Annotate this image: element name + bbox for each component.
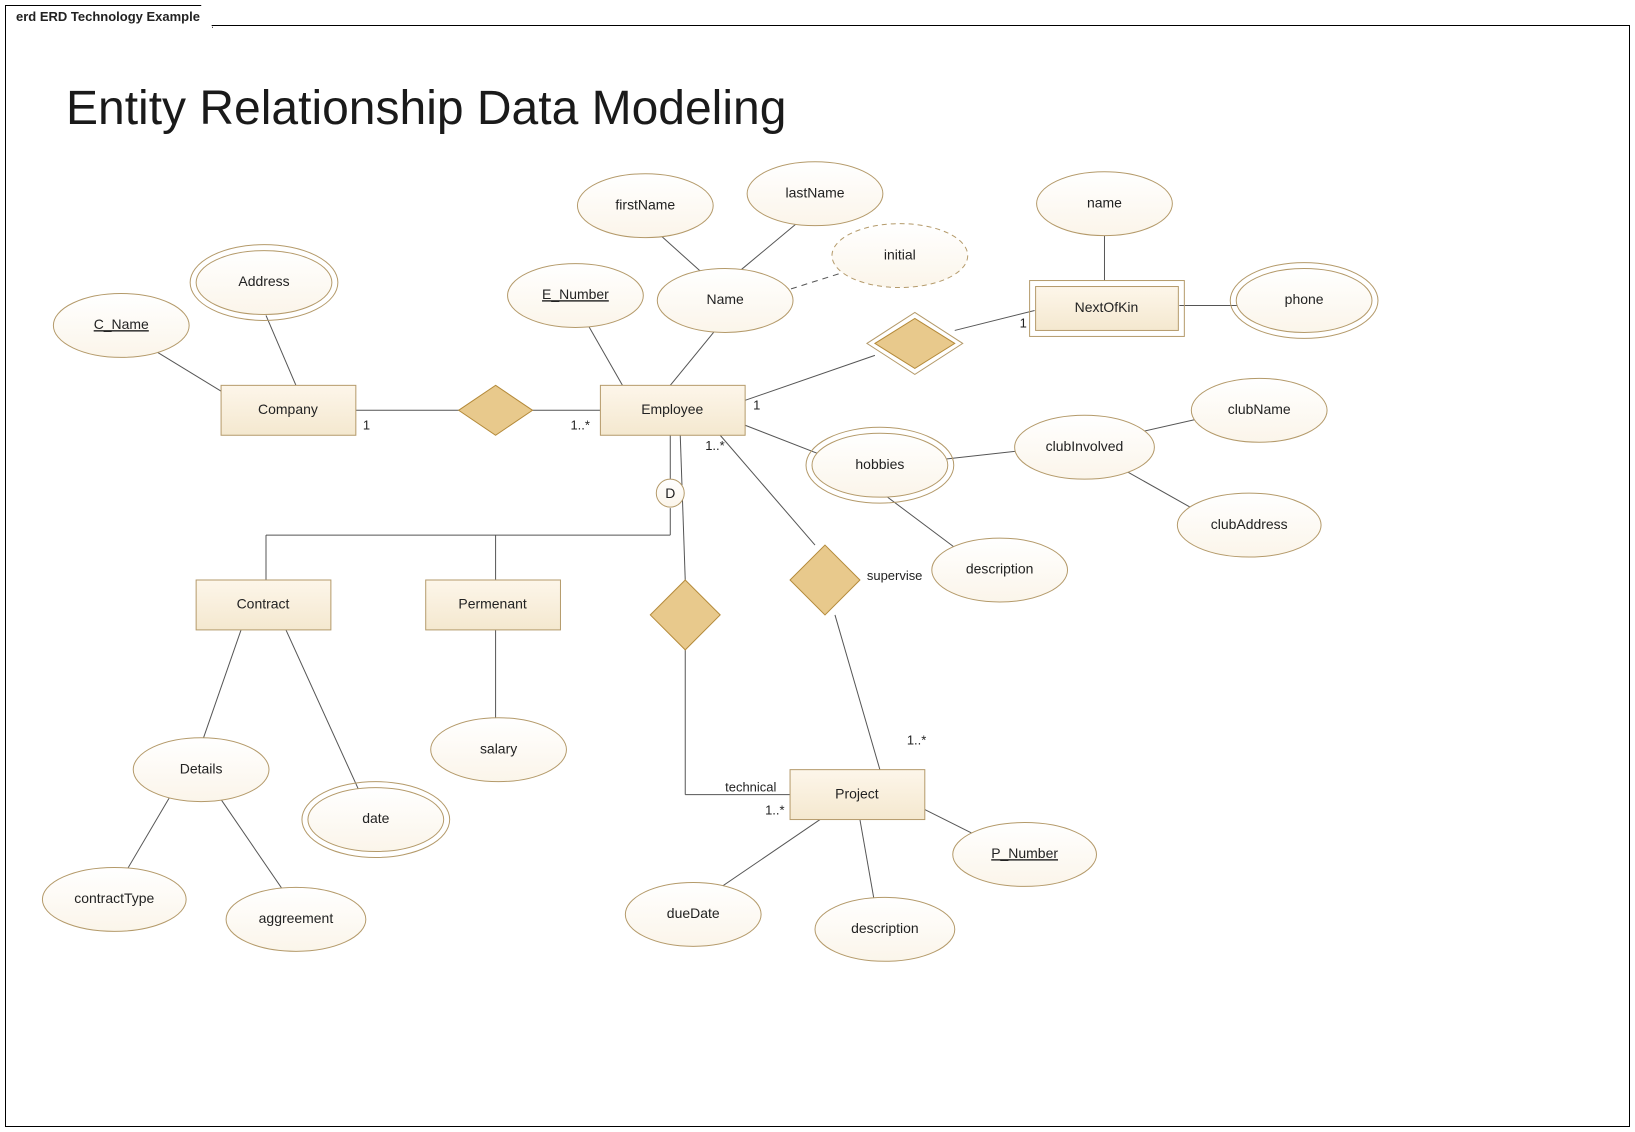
relationship-company-employee [459,385,533,435]
attr-salary: salary [431,718,567,782]
relationship-supervise-label: supervise [867,568,923,583]
edge [221,800,286,895]
erd-page: erd ERD Technology Example Entity Relati… [0,0,1635,1132]
attr-p-number: P_Number [953,823,1097,887]
attr-label: E_Number [542,286,609,302]
attr-name: Name [657,269,793,333]
attr-label: description [966,561,1034,577]
attr-label: lastName [786,184,845,200]
attr-label: Name [707,291,744,307]
attr-label: Address [238,273,289,289]
attr-address-multivalued: Address [190,245,338,321]
cardinality-employee-nok: 1 [753,397,760,412]
diagram-frame: Entity Relationship Data Modeling [5,25,1630,1127]
attr-e-number: E_Number [508,264,644,328]
diagram-tab-label: erd ERD Technology Example [16,9,200,24]
attr-phone-multivalued: phone [1230,263,1378,339]
edge [740,221,800,271]
entity-contract: Contract [196,580,331,630]
edge [710,820,820,895]
attr-label: P_Number [991,845,1058,861]
attr-clubname: clubName [1191,378,1327,442]
cardinality-project-tech: 1..* [765,803,784,818]
edge [720,435,815,545]
relationship-employee-nextofkin [867,312,963,374]
entity-label: Contract [237,596,290,612]
attr-label: C_Name [94,316,149,332]
diagram-tab: erd ERD Technology Example [5,5,213,28]
entity-employee: Employee [600,385,745,435]
entity-label: NextOfKin [1075,299,1139,315]
entity-label: Permenant [458,596,526,612]
cardinality-nok: 1 [1020,315,1027,330]
discriminator-label: D [665,485,675,501]
edge [885,495,965,555]
attr-label: contractType [74,890,154,906]
discriminator-circle: D [656,479,684,507]
edge [680,435,685,580]
weak-entity-nextofkin: NextOfKin [1030,281,1185,337]
entity-label: Project [835,785,879,801]
attr-nok-name: name [1037,172,1173,236]
attr-label: Details [180,760,223,776]
attr-details: Details [133,738,269,802]
attr-contracttype: contractType [42,867,186,931]
relationship-technical-label: technical [725,780,776,795]
entity-label: Company [258,401,318,417]
attr-label: initial [884,246,916,262]
entity-company: Company [221,385,356,435]
attr-label: firstName [615,196,675,212]
attr-label: aggreement [259,910,334,926]
attr-label: clubInvolved [1046,438,1124,454]
attr-label: date [362,810,389,826]
attr-label: phone [1285,291,1324,307]
edge [835,615,880,770]
entity-label: Employee [641,401,703,417]
erd-svg: Company Employee NextOfKin Contract Perm… [6,26,1629,1126]
attr-duedate: dueDate [625,882,761,946]
attr-clubaddress: clubAddress [1177,493,1321,557]
relationship-technical [650,580,720,650]
edge [266,315,296,385]
attr-aggreement: aggreement [226,887,366,951]
edge [745,355,875,400]
attr-label: description [851,920,919,936]
entity-project: Project [790,770,925,820]
edge [935,450,1025,460]
attr-initial-derived: initial [832,224,968,288]
edge [286,630,361,795]
relationship-supervise [790,545,860,615]
attr-label: clubName [1228,401,1291,417]
entity-permenant: Permenant [426,580,561,630]
attr-date-multivalued: date [302,782,450,858]
edge [670,330,715,385]
edge [121,795,171,880]
attr-c-name: C_Name [53,294,189,358]
attr-hobby-description: description [932,538,1068,602]
edge [860,820,875,905]
attr-label: dueDate [667,905,720,921]
edge [585,320,625,390]
attr-label: salary [480,740,517,756]
attr-label: name [1087,194,1122,210]
cardinality-project-supervise: 1..* [907,733,926,748]
edge [201,630,241,745]
attr-lastname: lastName [747,162,883,226]
attr-label: clubAddress [1211,516,1288,532]
attr-clubinvolved: clubInvolved [1015,415,1155,479]
cardinality-employee-down: 1..* [705,438,724,453]
cardinality-employee-left: 1..* [570,417,589,432]
attr-hobbies-multivalued: hobbies [806,427,954,503]
edge [655,231,705,276]
attr-firstname: firstName [577,174,713,238]
attr-proj-description: description [815,897,955,961]
attr-label: hobbies [855,456,904,472]
cardinality-company: 1 [363,417,370,432]
